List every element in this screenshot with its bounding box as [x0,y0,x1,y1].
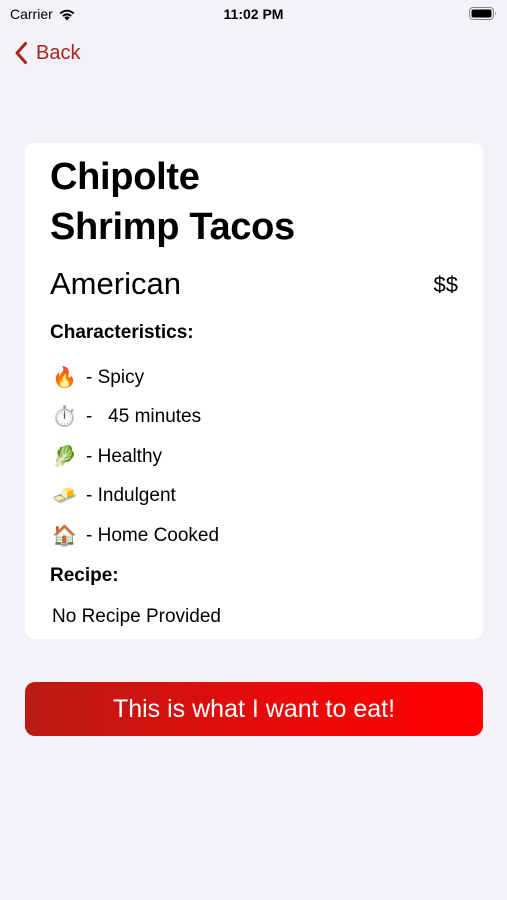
recipe-heading: Recipe: [50,565,119,586]
characteristic-label: - Spicy [86,366,145,388]
leafy-green-icon: 🥬 [52,445,77,468]
screen: Carrier 11:02 PM Back Chipolte Shrimp Ta… [0,0,507,900]
back-button[interactable]: Back [14,38,80,68]
butter-icon: 🧈 [52,485,77,508]
characteristics-list: 🔥 - Spicy ⏱️ - 45 minutes 🥬 - Healthy 🧈 … [52,358,219,556]
house-icon: 🏠 [52,524,77,547]
battery-icon [469,7,496,20]
characteristics-heading: Characteristics: [50,322,194,343]
cuisine-label: American [50,266,181,301]
status-time: 11:02 PM [223,6,284,22]
characteristic-spicy: 🔥 - Spicy [52,358,219,398]
characteristic-indulgent: 🧈 - Indulgent [52,477,219,517]
characteristic-label: - Home Cooked [86,524,220,546]
stopwatch-icon: ⏱️ [52,406,77,429]
characteristic-label: - Healthy [86,445,163,467]
dish-card: Chipolte Shrimp Tacos American $$ Charac… [25,143,483,639]
price-label: $$ [433,272,458,297]
dish-title: Chipolte Shrimp Tacos [50,156,295,248]
characteristic-time: ⏱️ - 45 minutes [52,398,219,438]
status-bar: Carrier 11:02 PM [0,0,507,28]
characteristic-label: - 45 minutes [86,406,202,428]
characteristic-label: - Indulgent [86,485,176,507]
characteristic-home-cooked: 🏠 - Home Cooked [52,516,219,556]
characteristic-healthy: 🥬 - Healthy [52,437,219,477]
chevron-left-icon [15,42,27,64]
choose-dish-button[interactable]: This is what I want to eat! [25,682,483,736]
back-label: Back [36,41,81,64]
fire-icon: 🔥 [52,366,77,389]
recipe-text: No Recipe Provided [52,606,221,627]
